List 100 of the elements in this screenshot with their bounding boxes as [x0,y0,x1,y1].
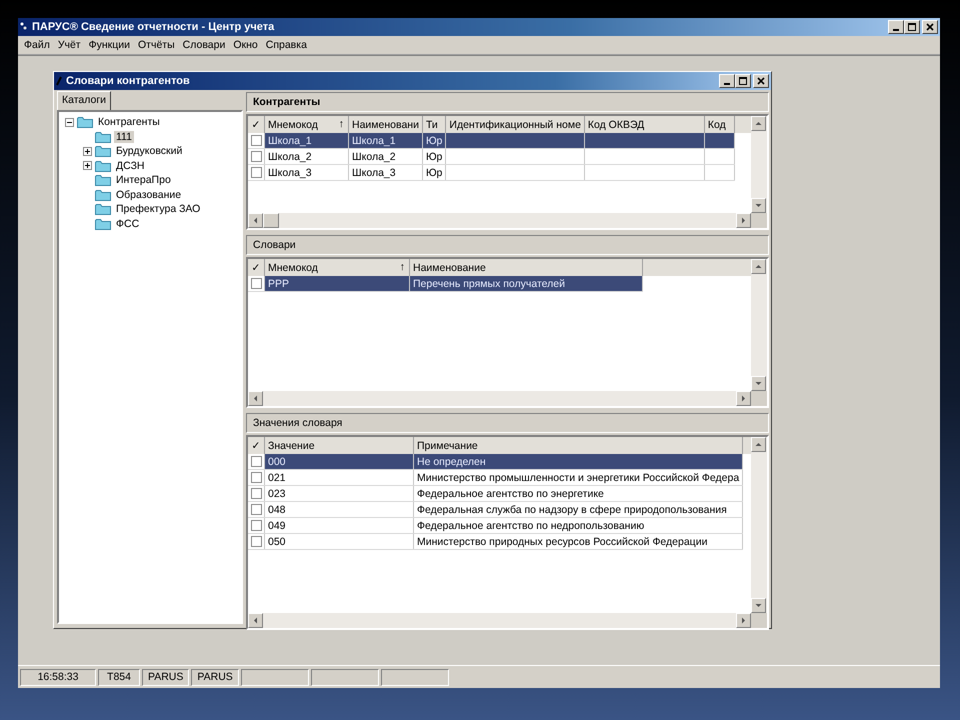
column-header[interactable]: Значение [264,437,414,454]
menu-item[interactable]: Учёт [54,39,85,51]
status-panel: 16:58:33 [20,668,96,686]
minimize-button[interactable] [888,20,904,34]
close-button[interactable] [753,74,769,88]
close-button[interactable] [922,20,938,34]
row-checkbox[interactable] [250,520,262,532]
minimize-button[interactable] [719,74,735,88]
table-cell: Перечень прямых получателей [410,276,642,292]
row-checkbox[interactable] [250,151,262,162]
child-window-title: Словари контрагентов [66,75,191,87]
menu-item[interactable]: Файл [20,39,54,51]
column-header[interactable]: Ти [422,116,446,133]
folder-icon [95,188,111,201]
close-icon [926,23,934,31]
menu-item[interactable]: Окно [229,39,262,51]
tree-item[interactable]: ДСЗН [114,160,147,172]
scroll-up-button[interactable] [751,116,766,131]
scrollbar-corner [751,613,767,628]
expand-icon[interactable] [83,146,92,156]
tree-item[interactable]: Контрагенты [96,116,162,128]
tree-item[interactable]: 111 [114,130,134,143]
vertical-scrollbar[interactable] [751,116,767,213]
tree-item[interactable]: Бурдуковский [114,145,184,158]
table-cell: Федеральная служба по надзору в сфере природопользования [414,502,743,518]
scroll-up-button[interactable] [751,259,766,274]
column-header[interactable]: Мнемокод ↑ [264,259,410,276]
table-cell: Школа_1 [264,133,348,148]
triangle-left-icon [252,395,259,402]
horizontal-scrollbar[interactable] [248,613,767,628]
scroll-left-button[interactable] [248,213,263,228]
expand-icon[interactable] [83,161,92,170]
triangle-right-icon [740,617,747,624]
scroll-down-button[interactable] [751,198,766,213]
collapse-icon[interactable] [65,118,74,127]
column-header[interactable]: Мнемокод ↑ [264,116,348,133]
folder-icon [95,174,111,186]
triangle-down-icon [755,380,762,387]
status-panel: PARUS [142,668,190,686]
panel-title: Словари [253,239,296,251]
menu-item[interactable]: Словари [178,39,230,51]
scroll-down-button[interactable] [751,598,766,613]
row-checkbox[interactable] [250,536,262,548]
column-title: Мнемокод [268,262,318,274]
column-header[interactable]: Код [704,116,734,133]
column-title: Идентификационный номе [449,118,581,130]
table-cell: 023 [264,486,414,502]
row-checkbox[interactable] [250,278,262,290]
horizontal-scrollbar[interactable] [248,213,767,228]
maximize-button[interactable] [904,20,920,34]
table-cell [704,164,734,180]
row-checkbox[interactable] [250,488,262,500]
table-cell: Юр [422,133,446,148]
menu-item[interactable]: Функции [84,39,134,51]
scrollbar-thumb[interactable] [263,213,279,228]
scroll-down-button[interactable] [751,376,766,391]
column-header[interactable]: Наименование [410,259,642,276]
column-header[interactable]: Наименовани [348,116,422,133]
scroll-up-button[interactable] [751,437,766,452]
triangle-up-icon [755,441,762,448]
triangle-right-icon [740,217,747,224]
tree-item[interactable]: ФСС [114,218,142,230]
app-icon [20,22,28,32]
column-title: Значение [268,440,315,452]
row-checkbox[interactable] [250,456,262,468]
tree-item[interactable]: Образование [114,188,184,201]
table-cell: Федеральное агентство по энергетике [414,486,743,502]
maximize-button[interactable] [735,74,751,88]
menu-item[interactable]: Справка [262,39,311,51]
row-checkbox[interactable] [250,167,262,178]
tree-item[interactable]: Префектура ЗАО [114,203,202,216]
scroll-left-button[interactable] [248,391,263,406]
menu-item[interactable]: Отчёты [134,39,179,51]
table-cell: Министерство природных ресурсов Российской Федерации [414,534,743,550]
folder-icon [95,145,111,158]
column-header[interactable]: Код ОКВЭД [584,116,704,133]
scroll-left-button[interactable] [248,613,263,628]
column-title: Наименовани [352,118,419,130]
panel-title: Контрагенты [253,96,320,108]
scroll-right-button[interactable] [736,613,751,628]
row-checkbox[interactable] [250,135,262,146]
folder-icon [95,203,111,216]
tree-item[interactable]: ИнтераПро [114,174,173,186]
horizontal-scrollbar[interactable] [248,391,767,406]
column-header[interactable]: Примечание [414,437,743,454]
status-panel [380,668,449,686]
scroll-right-button[interactable] [736,391,751,406]
column-title: Код ОКВЭД [588,118,644,130]
table-cell: Федеральное агентство по недропользованию [414,518,743,534]
table-cell: Школа_2 [348,148,422,164]
tab[interactable]: Каталоги [57,91,112,111]
row-checkbox[interactable] [250,504,262,516]
column-header[interactable]: Идентификационный номе [446,116,584,133]
sort-indicator: ↑ [338,118,344,130]
window-icon [56,76,62,86]
row-checkbox[interactable] [250,472,262,484]
vertical-scrollbar[interactable] [751,437,767,613]
scroll-right-button[interactable] [736,213,751,228]
vertical-scrollbar[interactable] [751,259,767,391]
table-cell: Юр [422,164,446,180]
